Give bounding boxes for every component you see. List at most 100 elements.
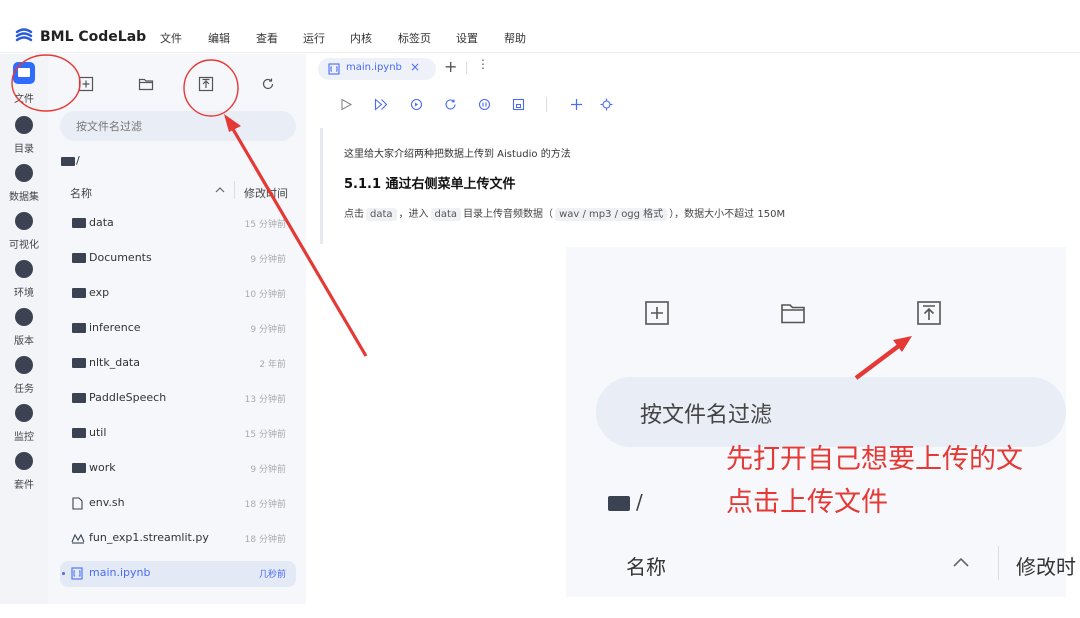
sort-ascending-icon [953,557,969,567]
file-name: fun_exp1.streamlit.py [89,531,209,544]
rail-label-visualize: 可视化 [9,240,39,251]
folder-icon [18,68,30,77]
tab-divider [466,62,467,74]
upload-icon[interactable] [198,76,214,92]
more-options-icon[interactable]: ⋮ [477,57,489,71]
run-cell-icon[interactable] [340,98,353,111]
file-row[interactable]: exp 10 分钟前 [60,281,296,307]
file-filter-input[interactable] [60,111,296,141]
monitor-icon[interactable] [15,404,33,422]
file-name: env.sh [89,496,125,509]
file-row[interactable]: nltk_data 2 年前 [60,351,296,377]
chart-icon[interactable] [15,212,33,230]
rail-label-dataset: 数据集 [9,192,39,203]
file-row[interactable]: Documents 9 分钟前 [60,246,296,272]
file-row[interactable]: PaddleSpeech 13 分钟前 [60,386,296,412]
column-divider [234,181,235,199]
refresh-icon[interactable] [260,76,276,92]
new-launcher-icon [645,301,669,325]
file-modified: 10 分钟前 [244,290,286,300]
file-modified: 9 分钟前 [250,255,286,265]
activity-rail: 文件 目录 数据集 可视化 环境 版本 任务 监控 套件 [0,54,48,604]
folder-icon [608,496,630,511]
close-icon[interactable]: × [410,60,420,74]
file-name: nltk_data [89,356,140,369]
add-tab-icon[interactable]: + [444,57,457,76]
menu-settings[interactable]: 设置 [456,30,478,46]
streamlit-icon [71,533,85,544]
folder-icon [72,253,86,263]
toc-icon[interactable] [15,116,33,134]
desc-text: 点击 [344,209,364,220]
folder-icon [72,393,86,403]
interrupt-kernel-icon[interactable] [478,98,491,111]
environment-icon[interactable] [15,260,33,278]
file-row[interactable]: inference 9 分钟前 [60,316,296,342]
folder-icon [72,218,86,228]
rail-label-suite: 套件 [14,480,34,491]
rail-label-monitor: 监控 [14,432,34,443]
notebook-icon [71,567,83,580]
bml-logo-icon [15,28,33,42]
embedded-column-name: 名称 [626,555,666,579]
file-name: exp [89,286,110,299]
notebook-icon [328,63,340,75]
menu-kernel[interactable]: 内核 [350,30,372,46]
markdown-description: 点击 data ，进入 data 目录上传音频数据（ wav / mp3 / ogg 格式… [344,205,786,221]
markdown-intro: 这里给大家介绍两种把数据上传到 Aistudio 的方法 [344,149,571,160]
column-divider [998,546,999,580]
run-from-here-icon[interactable] [410,98,423,111]
add-cell-icon[interactable] [570,98,583,111]
tab-main-ipynb[interactable]: main.ipynb × [318,58,436,80]
menu-file[interactable]: 文件 [160,30,182,46]
column-header-name[interactable]: 名称 [70,185,92,201]
file-row[interactable]: work 9 分钟前 [60,456,296,482]
file-modified: 15 分钟前 [244,430,286,440]
menu-run[interactable]: 运行 [303,30,325,46]
menubar-divider [0,52,1080,53]
restart-kernel-icon[interactable] [444,98,457,111]
toolbar-divider [546,97,547,112]
column-header-modified[interactable]: 修改时间 [244,185,288,201]
menu-edit[interactable]: 编辑 [208,30,230,46]
version-icon[interactable] [15,308,33,326]
file-name: util [89,426,107,439]
annotation-text: 先打开自己想要上传的文 [726,444,1023,475]
rail-item-files[interactable] [13,62,35,84]
new-launcher-icon[interactable] [78,76,94,92]
cell-collapser[interactable] [320,128,323,244]
file-row[interactable]: fun_exp1.streamlit.py 18 分钟前 [60,526,296,552]
new-folder-icon[interactable] [138,76,154,92]
file-name: Documents [89,251,152,264]
inline-code: data [430,208,462,221]
sort-ascending-icon[interactable] [215,186,225,194]
run-all-icon[interactable] [374,98,388,111]
breadcrumb-path[interactable]: / [76,154,80,167]
file-modified: 9 分钟前 [250,465,286,475]
dataset-icon[interactable] [15,164,33,182]
rail-label-environment: 环境 [14,288,34,299]
file-row[interactable]: data 15 分钟前 [60,211,296,237]
file-modified: 9 分钟前 [250,325,286,335]
menu-tabs[interactable]: 标签页 [398,30,431,46]
menu-help[interactable]: 帮助 [504,30,526,46]
menu-view[interactable]: 查看 [256,30,278,46]
file-row[interactable]: util 15 分钟前 [60,421,296,447]
file-name: main.ipynb [89,566,151,579]
folder-icon [72,323,86,333]
suite-icon[interactable] [15,452,33,470]
save-icon[interactable] [512,98,525,111]
file-row-selected[interactable]: main.ipynb 几秒前 [60,561,296,587]
folder-icon [72,358,86,368]
file-row[interactable]: env.sh 18 分钟前 [60,491,296,517]
new-folder-icon [781,304,805,324]
notebook-toolbar [320,92,1080,118]
desc-text: ），数据大小不超过 150M [669,209,786,220]
annotation-text: 点击上传文件 [726,487,888,518]
file-modified: 2 年前 [259,360,286,370]
embedded-filter-placeholder: 按文件名过滤 [640,403,773,428]
locate-icon[interactable] [600,98,613,111]
file-icon [72,497,83,510]
folder-icon [72,288,86,298]
task-icon[interactable] [15,356,33,374]
